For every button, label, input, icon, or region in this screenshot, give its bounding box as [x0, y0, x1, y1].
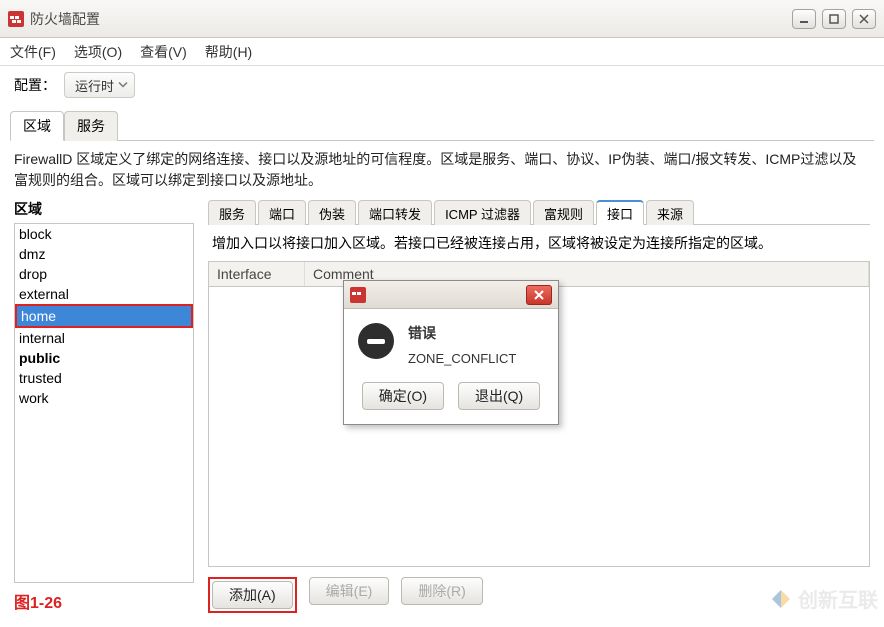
error-circle-icon [358, 323, 394, 359]
minimize-button[interactable] [792, 9, 816, 29]
interfaces-description: 增加入口以将接口加入区域。若接口已经被连接占用，区域将被设定为连接所指定的区域。 [208, 225, 870, 261]
zone-item-internal[interactable]: internal [15, 328, 193, 348]
title-bar: 防火墙配置 [0, 0, 884, 38]
inner-tab-ports[interactable]: 端口 [258, 200, 306, 225]
col-interface[interactable]: Interface [209, 262, 305, 286]
inner-tab-icmp[interactable]: ICMP 过滤器 [434, 200, 531, 225]
inner-tabs: 服务 端口 伪装 端口转发 ICMP 过滤器 富规则 接口 来源 [208, 199, 870, 225]
close-button[interactable] [852, 9, 876, 29]
config-select[interactable]: 运行时 [64, 72, 135, 98]
menu-options[interactable]: 选项(O) [74, 42, 122, 62]
maximize-button[interactable] [822, 9, 846, 29]
inner-tab-port-forward[interactable]: 端口转发 [358, 200, 432, 225]
tab-zones[interactable]: 区域 [10, 111, 64, 141]
dialog-ok-button[interactable]: 确定(O) [362, 382, 444, 410]
zone-item-block[interactable]: block [15, 224, 193, 244]
inner-tab-interfaces[interactable]: 接口 [596, 200, 644, 225]
dialog-text: 错误 ZONE_CONFLICT [408, 323, 516, 366]
zone-item-external[interactable]: external [15, 284, 193, 304]
window-controls [792, 9, 876, 29]
menu-view[interactable]: 查看(V) [140, 42, 187, 62]
zone-item-public[interactable]: public [15, 348, 193, 368]
menu-file[interactable]: 文件(F) [10, 42, 56, 62]
zone-list[interactable]: block dmz drop external home internal pu… [14, 223, 194, 583]
inner-tab-services[interactable]: 服务 [208, 200, 256, 225]
dialog-close-button[interactable] [526, 285, 552, 305]
config-row: 配置： 运行时 [0, 66, 884, 104]
figure-label: 图1-26 [14, 589, 194, 613]
inner-tab-masq[interactable]: 伪装 [308, 200, 356, 225]
dialog-error-title: 错误 [408, 323, 516, 343]
config-label: 配置： [14, 75, 56, 95]
dialog-body: 错误 ZONE_CONFLICT [344, 309, 558, 372]
menu-help[interactable]: 帮助(H) [205, 42, 252, 62]
zone-item-drop[interactable]: drop [15, 264, 193, 284]
zone-item-work[interactable]: work [15, 388, 193, 408]
outer-tabs: 区域 服务 [10, 110, 874, 141]
firewall-icon [8, 11, 24, 27]
zone-panel: 区域 block dmz drop external home internal… [14, 199, 194, 613]
dialog-titlebar [344, 281, 558, 309]
zone-item-home[interactable]: home [15, 304, 193, 328]
zone-item-dmz[interactable]: dmz [15, 244, 193, 264]
zone-item-trusted[interactable]: trusted [15, 368, 193, 388]
dialog-actions: 确定(O) 退出(Q) [344, 372, 558, 424]
config-select-value: 运行时 [75, 76, 114, 95]
zones-description: FirewallD 区域定义了绑定的网络连接、接口以及源地址的可信程度。区域是服… [0, 141, 884, 199]
dialog-error-message: ZONE_CONFLICT [408, 351, 516, 366]
menu-bar: 文件(F) 选项(O) 查看(V) 帮助(H) [0, 38, 884, 66]
window-title: 防火墙配置 [30, 9, 792, 29]
dialog-quit-button[interactable]: 退出(Q) [458, 382, 540, 410]
error-dialog: 错误 ZONE_CONFLICT 确定(O) 退出(Q) [343, 280, 559, 425]
inner-tab-sources[interactable]: 来源 [646, 200, 694, 225]
inner-tab-rich[interactable]: 富规则 [533, 200, 594, 225]
zone-list-label: 区域 [14, 199, 194, 219]
chevron-down-icon [118, 78, 128, 93]
dialog-app-icon [350, 287, 366, 303]
tab-services[interactable]: 服务 [64, 111, 118, 141]
